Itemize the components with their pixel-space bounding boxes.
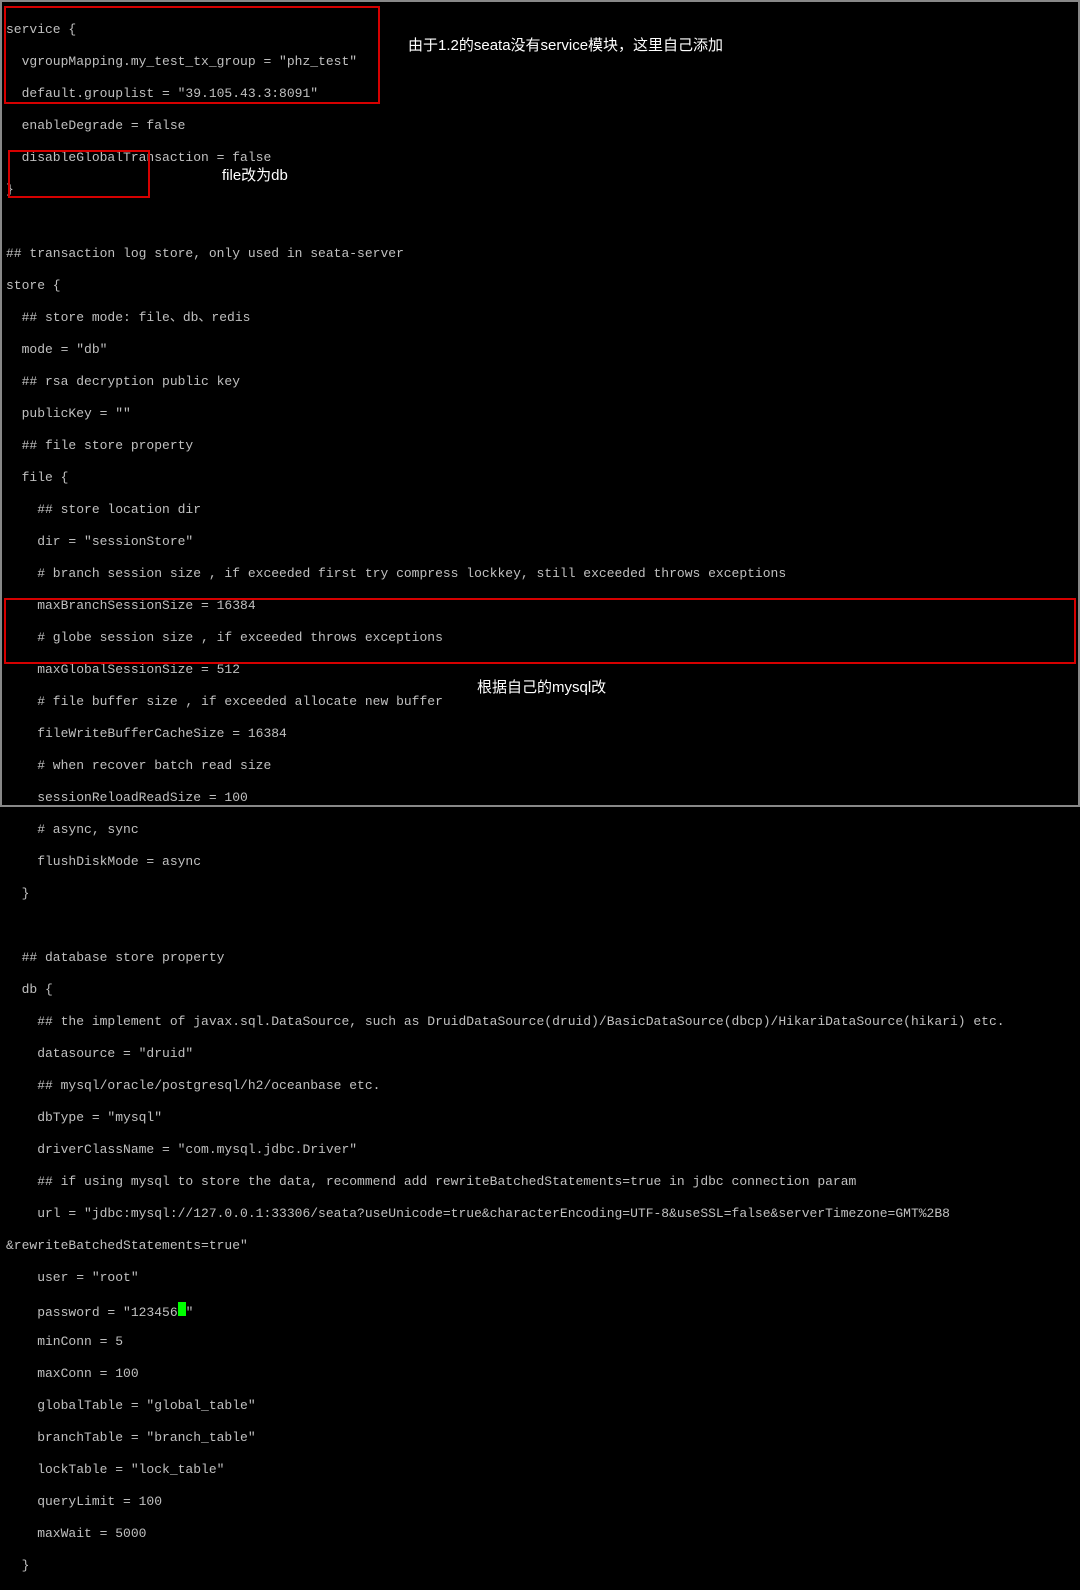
code-line: globalTable = "global_table": [6, 1398, 1074, 1414]
code-line: }: [6, 1558, 1074, 1574]
code-line: # branch session size , if exceeded firs…: [6, 566, 1074, 582]
code-line: url = "jdbc:mysql://127.0.0.1:33306/seat…: [6, 1206, 1074, 1222]
code-line: maxGlobalSessionSize = 512: [6, 662, 1074, 678]
code-line: branchTable = "branch_table": [6, 1430, 1074, 1446]
code-line: user = "root": [6, 1270, 1074, 1286]
code-line: }: [6, 886, 1074, 902]
code-line: [6, 214, 1074, 230]
code-line: maxBranchSessionSize = 16384: [6, 598, 1074, 614]
code-line: fileWriteBufferCacheSize = 16384: [6, 726, 1074, 742]
code-line: ## transaction log store, only used in s…: [6, 246, 1074, 262]
code-line: disableGlobalTransaction = false: [6, 150, 1074, 166]
annotation-service: 由于1.2的seata没有service模块，这里自己添加: [408, 38, 723, 54]
code-line: }: [6, 182, 1074, 198]
code-line: queryLimit = 100: [6, 1494, 1074, 1510]
code-line: lockTable = "lock_table": [6, 1462, 1074, 1478]
password-tail: ": [186, 1305, 194, 1320]
code-line: ## the implement of javax.sql.DataSource…: [6, 1014, 1074, 1030]
code-line: dbType = "mysql": [6, 1110, 1074, 1126]
code-line: # when recover batch read size: [6, 758, 1074, 774]
code-line: &rewriteBatchedStatements=true": [6, 1238, 1074, 1254]
code-line: # async, sync: [6, 822, 1074, 838]
password-text: password = "123456: [6, 1305, 178, 1320]
code-line: enableDegrade = false: [6, 118, 1074, 134]
code-line: file {: [6, 470, 1074, 486]
code-line: ## file store property: [6, 438, 1074, 454]
annotation-mode: file改为db: [222, 168, 288, 184]
code-line: sessionReloadReadSize = 100: [6, 790, 1074, 806]
code-line: publicKey = "": [6, 406, 1074, 422]
code-line: [6, 918, 1074, 934]
config-code-block: service { vgroupMapping.my_test_tx_group…: [6, 6, 1074, 1590]
code-line: vgroupMapping.my_test_tx_group = "phz_te…: [6, 54, 1074, 70]
code-line: minConn = 5: [6, 1334, 1074, 1350]
code-line: # file buffer size , if exceeded allocat…: [6, 694, 1074, 710]
code-line: datasource = "druid": [6, 1046, 1074, 1062]
code-line: store {: [6, 278, 1074, 294]
code-line: mode = "db": [6, 342, 1074, 358]
code-line: driverClassName = "com.mysql.jdbc.Driver…: [6, 1142, 1074, 1158]
code-line: default.grouplist = "39.105.43.3:8091": [6, 86, 1074, 102]
code-line: service {: [6, 22, 1074, 38]
code-line: ## database store property: [6, 950, 1074, 966]
code-line: # globe session size , if exceeded throw…: [6, 630, 1074, 646]
code-line: ## if using mysql to store the data, rec…: [6, 1174, 1074, 1190]
code-line: ## store mode: file、db、redis: [6, 310, 1074, 326]
annotation-mysql: 根据自己的mysql改: [477, 680, 606, 696]
code-line: flushDiskMode = async: [6, 854, 1074, 870]
code-line: dir = "sessionStore": [6, 534, 1074, 550]
code-line: maxWait = 5000: [6, 1526, 1074, 1542]
code-line: ## store location dir: [6, 502, 1074, 518]
code-line: ## mysql/oracle/postgresql/h2/oceanbase …: [6, 1078, 1074, 1094]
code-line: maxConn = 100: [6, 1366, 1074, 1382]
code-line-password: password = "123456 ": [6, 1302, 1074, 1318]
code-line: ## rsa decryption public key: [6, 374, 1074, 390]
code-line: db {: [6, 982, 1074, 998]
cursor-icon: [178, 1302, 186, 1316]
